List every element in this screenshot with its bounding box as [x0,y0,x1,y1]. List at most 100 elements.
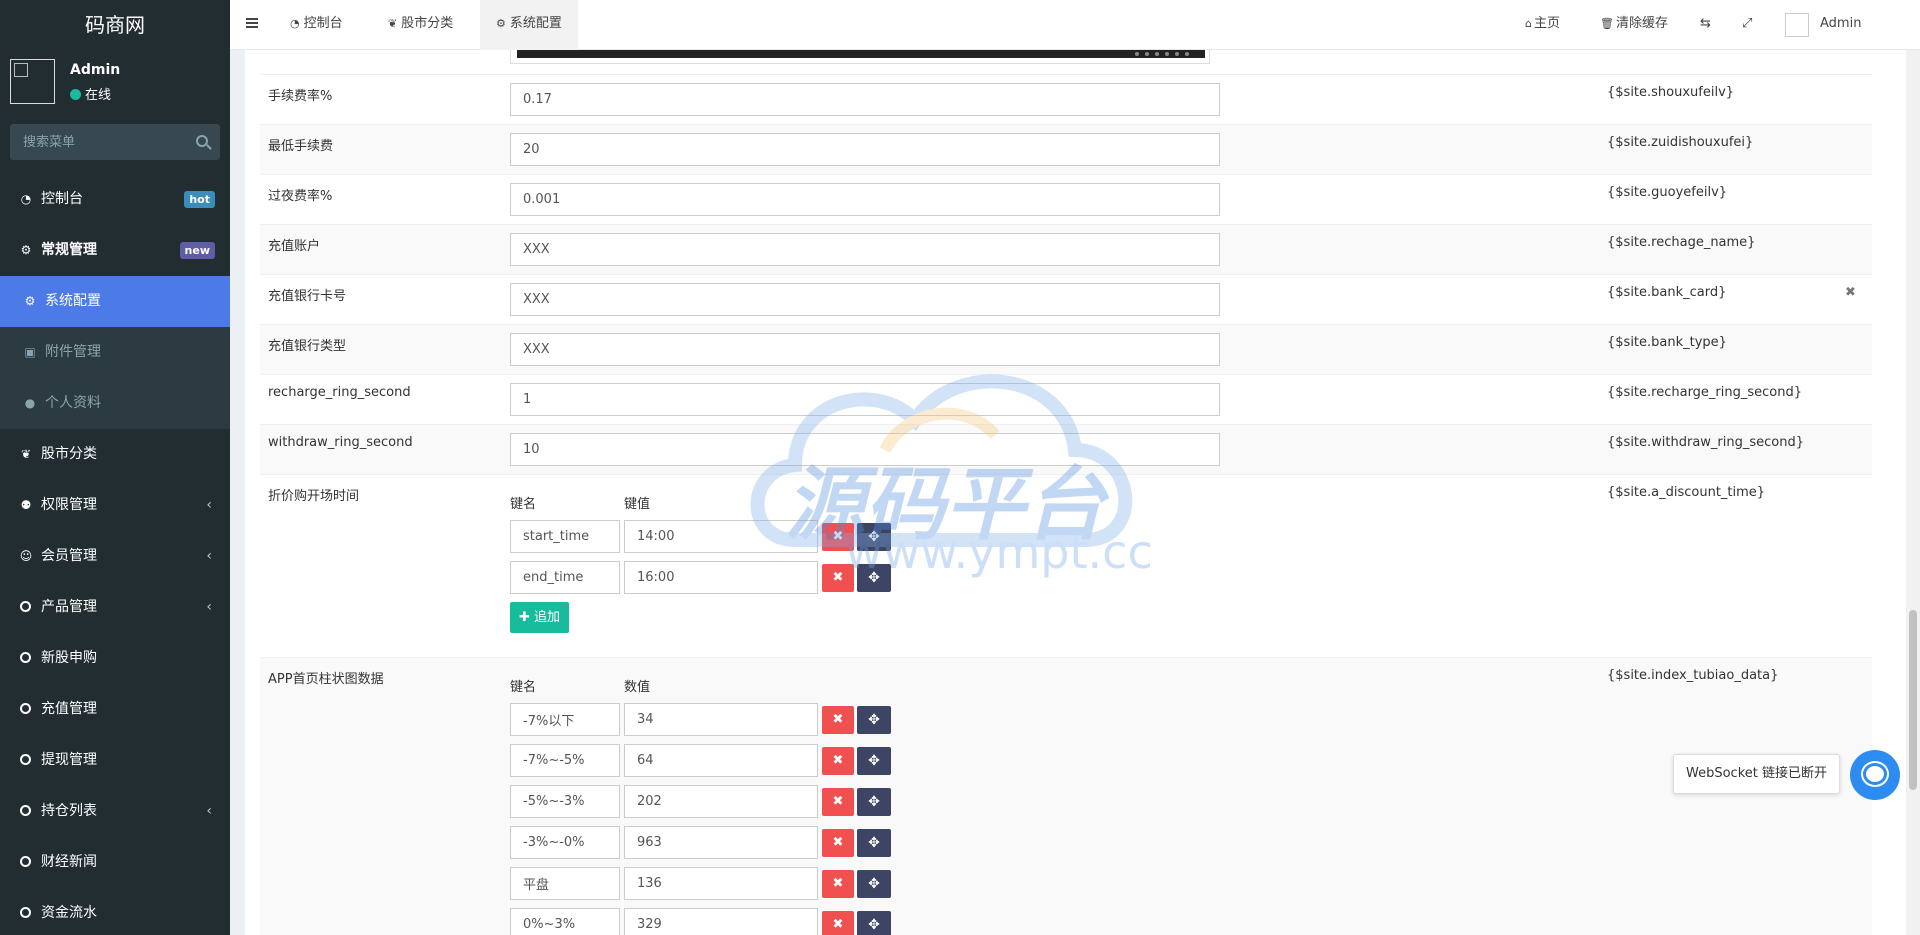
tab-stock-category[interactable]: ❦ 股市分类 [372,0,469,50]
key-header: 键名 [510,497,537,512]
sidebar-item-system-config[interactable]: ⚙ 系统配置 [0,276,230,327]
bank-type-input[interactable] [510,333,1220,366]
sidebar-item-general[interactable]: ⚙ 常规管理 new [0,225,230,276]
kv-value-input[interactable] [624,703,818,736]
fee-rate-input[interactable] [510,83,1220,116]
kv-key-input[interactable] [510,908,620,935]
overnight-rate-input[interactable] [510,183,1220,216]
carousel-image [517,50,1205,58]
kv-value-input[interactable] [624,867,818,900]
app-logo[interactable]: 码商网 [0,0,230,50]
kv-value-input[interactable] [624,826,818,859]
sidebar-item-fund-flow[interactable]: 资金流水 [0,888,230,935]
dashboard-icon: ◔ [20,192,32,206]
kv-value-input[interactable] [624,744,818,777]
drag-handle-icon[interactable]: ✥ [857,911,891,935]
withdraw-ring-input[interactable] [510,433,1220,466]
sidebar-item-products[interactable]: 产品管理 ‹ [0,582,230,633]
sidebar-item-attachments[interactable]: ▣ 附件管理 [0,327,230,378]
drag-handle-icon[interactable]: ✥ [857,870,891,898]
min-fee-input[interactable] [510,133,1220,166]
remove-icon[interactable]: ✖ [822,829,854,857]
tab-label: 控制台 [303,16,343,31]
sidebar-item-ipo[interactable]: 新股申购 [0,633,230,684]
tab-system-config[interactable]: ⚙ 系统配置 [480,0,578,50]
carousel-dot[interactable] [1185,52,1189,56]
value-header: 数值 [624,680,651,695]
sidebar-item-label: 新股申购 [41,650,97,666]
fullscreen-icon[interactable]: ⤢ [1742,0,1752,50]
drag-handle-icon[interactable]: ✥ [857,564,891,592]
sidebar-item-permissions[interactable]: ⚉ 权限管理 ‹ [0,480,230,531]
row-label: 充值账户 [268,239,321,254]
header-admin[interactable]: Admin [1820,0,1861,50]
remove-icon[interactable]: ✖ [822,788,854,816]
circle-icon [20,652,31,663]
recharge-ring-input[interactable] [510,383,1220,416]
remove-icon[interactable]: ✖ [822,706,854,734]
users-icon: ⚉ [20,498,32,512]
leaf-icon: ❦ [388,17,398,30]
chevron-left-icon: ‹ [206,548,212,564]
search-input[interactable] [10,124,180,160]
row-variable: {$site.shouxufeilv} [1607,85,1735,100]
kv-value-input[interactable] [624,785,818,818]
row-label: 折价购开场时间 [268,489,360,504]
bank-card-input[interactable] [510,283,1220,316]
sidebar-item-positions[interactable]: 持仓列表 ‹ [0,786,230,837]
kv-key-input[interactable] [510,744,620,777]
carousel-dot[interactable] [1135,52,1139,56]
row-variable: {$site.index_tubiao_data} [1607,668,1779,683]
remove-icon[interactable]: ✖ [822,523,854,551]
kv-key-input[interactable] [510,703,620,736]
carousel-dot[interactable] [1145,52,1149,56]
tab-dashboard[interactable]: ◔ 控制台 [274,0,359,50]
carousel-dot[interactable] [1175,52,1179,56]
config-row-bank-type: 充值银行类型 {$site.bank_type} [260,324,1872,374]
search-icon[interactable] [196,135,208,147]
remove-icon[interactable]: ✖ [822,870,854,898]
sidebar-item-news[interactable]: 财经新闻 [0,837,230,888]
sidebar-item-recharge[interactable]: 充值管理 [0,684,230,735]
kv-value-input[interactable] [624,561,818,594]
scrollbar[interactable] [1906,50,1920,935]
drag-handle-icon[interactable]: ✥ [857,706,891,734]
drag-handle-icon[interactable]: ✥ [857,747,891,775]
sidebar-item-withdraw[interactable]: 提现管理 [0,735,230,786]
chat-button[interactable] [1850,750,1900,800]
kv-key-input[interactable] [510,561,620,594]
kv-key-input[interactable] [510,785,620,818]
kv-key-input[interactable] [510,867,620,900]
append-button[interactable]: ✚ 追加 [510,602,569,633]
carousel-dot[interactable] [1155,52,1159,56]
remove-icon[interactable]: ✖ [822,911,854,935]
menu-toggle-icon[interactable] [246,18,258,28]
carousel-preview [510,50,1210,64]
sidebar-item-label: 股市分类 [41,446,97,462]
language-icon[interactable]: ⇆ [1700,0,1711,50]
drag-handle-icon[interactable]: ✥ [857,523,891,551]
drag-handle-icon[interactable]: ✥ [857,829,891,857]
kv-value-input[interactable] [624,520,818,553]
clear-cache-link[interactable]: 🗑 清除缓存 [1600,0,1668,50]
remove-icon[interactable]: ✖ [822,747,854,775]
kv-value-input[interactable] [624,908,818,935]
remove-row-icon[interactable]: ✖ [1845,285,1856,300]
sidebar-item-members[interactable]: ☺ 会员管理 ‹ [0,531,230,582]
drag-handle-icon[interactable]: ✥ [857,788,891,816]
sidebar-item-stock-category[interactable]: ❦ 股市分类 [0,429,230,480]
row-variable: {$site.recharge_ring_second} [1607,385,1803,400]
kv-key-input[interactable] [510,520,620,553]
kv-key-input[interactable] [510,826,620,859]
home-link[interactable]: ⌂ 主页 [1525,0,1560,50]
scrollbar-thumb[interactable] [1909,610,1917,790]
sidebar-item-dashboard[interactable]: ◔ 控制台 hot [0,174,230,225]
remove-icon[interactable]: ✖ [822,564,854,592]
carousel-dot[interactable] [1165,52,1169,56]
sidebar-item-profile[interactable]: ● 个人资料 [0,378,230,429]
recharge-account-input[interactable] [510,233,1220,266]
header-avatar[interactable] [1785,13,1809,37]
sidebar-item-label: 附件管理 [45,344,101,360]
sidebar-item-label: 会员管理 [41,548,97,564]
config-row-overnight-rate: 过夜费率% {$site.guoyefeilv} [260,174,1872,224]
